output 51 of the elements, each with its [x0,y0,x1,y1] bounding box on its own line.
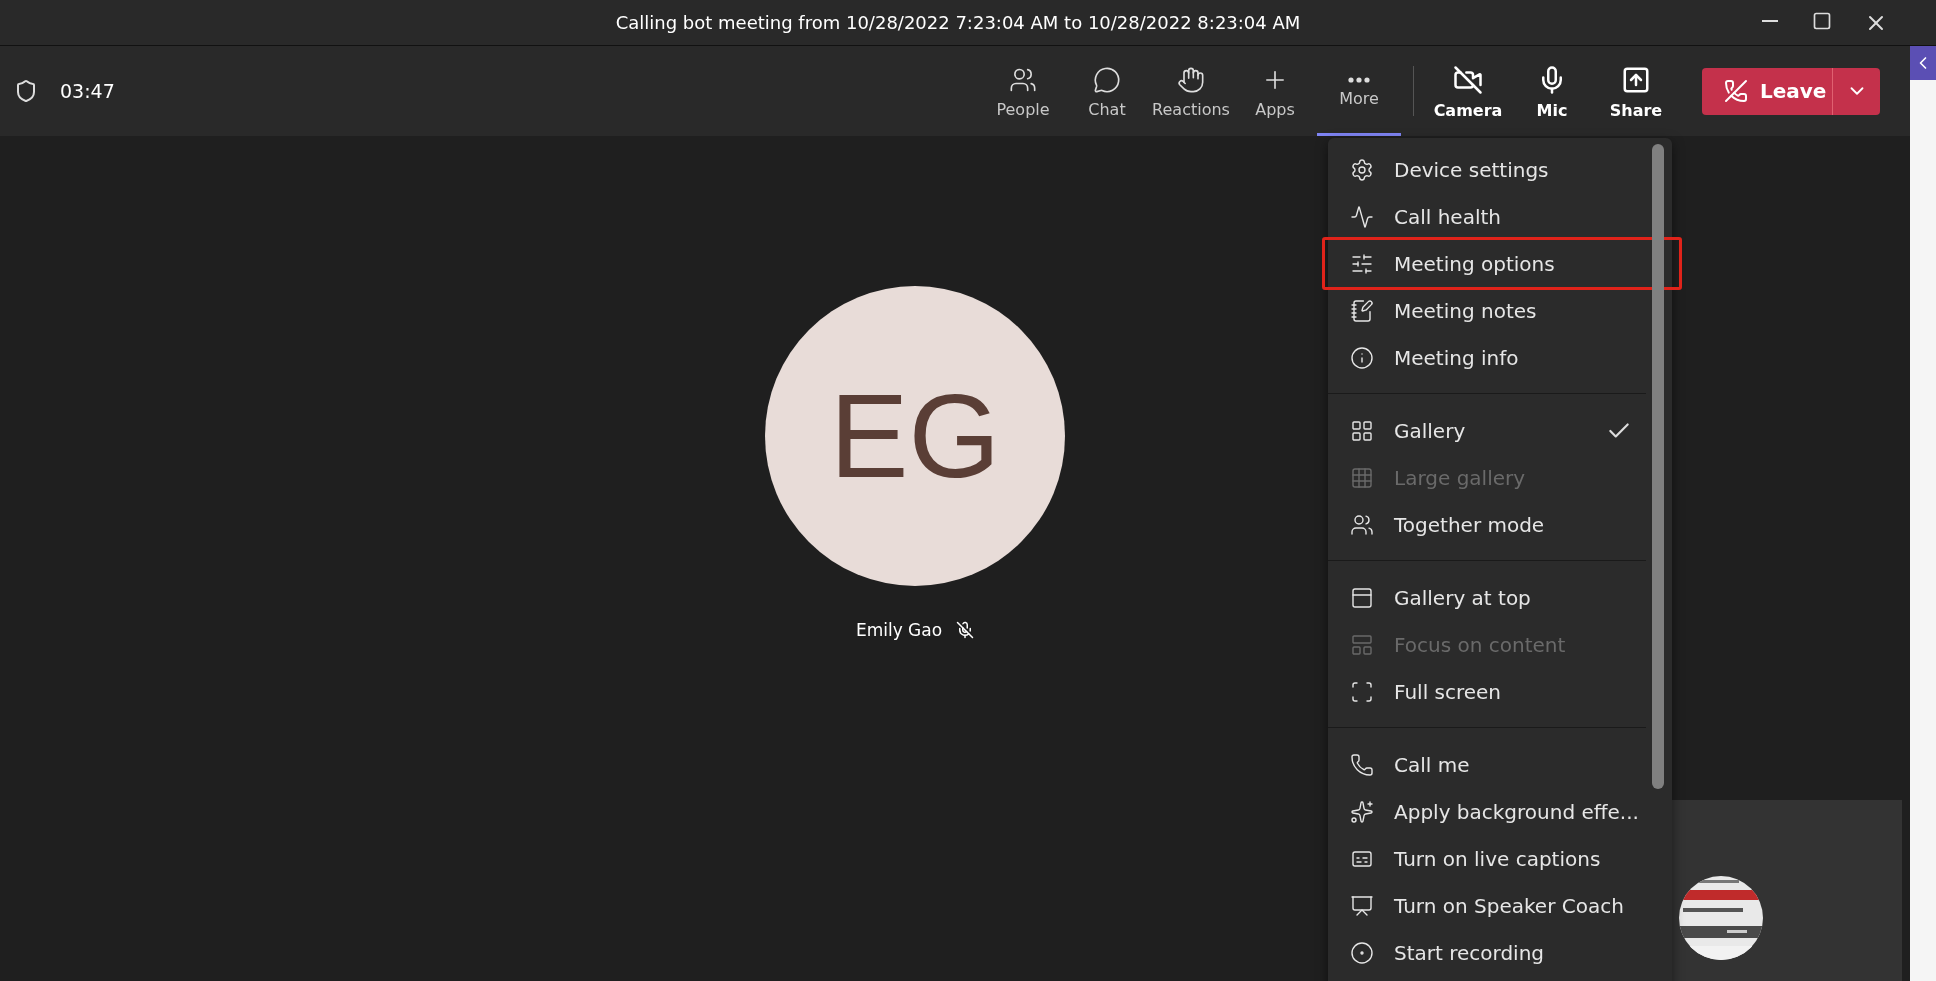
menu-item-icon [1350,940,1374,965]
scrollbar[interactable] [1652,144,1664,789]
toolbar-button[interactable]: Reactions [1149,46,1233,136]
menu-item[interactable]: Gallery [1328,407,1672,454]
participant-avatar: EG [765,286,1065,586]
window-title: Calling bot meeting from 10/28/2022 7:23:04 AM to 10/28/2022 8:23:04 AM [614,12,1302,33]
menu-item-icon [1350,345,1374,370]
toolbar-button[interactable]: Apps [1233,46,1317,136]
menu-item-icon [1350,465,1374,490]
menu-item[interactable]: Call me [1328,741,1672,788]
menu-item-icon [1350,418,1374,443]
menu-item[interactable]: Turn on Speaker Coach [1328,882,1672,929]
menu-item[interactable]: Meeting notes [1328,287,1672,334]
menu-item-icon [1350,512,1374,537]
menu-item[interactable]: Apply background effe... [1328,788,1672,835]
menu-item[interactable]: Full screen [1328,668,1672,715]
participant-name: Emily Gao [855,620,943,640]
menu-item[interactable]: Meeting info [1328,334,1672,381]
leave-button[interactable]: Leave [1702,67,1832,115]
menu-item-icon [1350,893,1374,918]
menu-item[interactable]: Gallery at top [1328,574,1672,621]
leave-options-button[interactable] [1832,67,1880,115]
menu-item-icon [1350,204,1374,229]
shield-icon [14,79,38,103]
menu-item-icon [1350,679,1374,704]
more-icon [1348,76,1370,83]
menu-item[interactable]: Start recording [1328,929,1672,976]
toolbar-button[interactable]: Mic [1510,46,1594,136]
menu-item-icon [1350,298,1374,323]
menu-item[interactable]: Device settings [1328,146,1672,193]
menu-item-icon [1350,632,1374,657]
call-timer: 03:47 [60,80,115,102]
raised-hand-icon [1177,65,1205,94]
menu-item-icon [1350,585,1374,610]
toolbar-button[interactable]: Chat [1065,46,1149,136]
hang-up-icon [1724,79,1748,103]
menu-item[interactable]: Together mode [1328,501,1672,548]
menu-item-icon [1350,251,1374,276]
menu-item-icon [1350,799,1374,824]
side-panel-tab[interactable] [1910,46,1936,80]
menu-item[interactable]: Call health [1328,193,1672,240]
chat-bubble-icon [1093,65,1121,94]
toolbar-button[interactable]: People [981,46,1065,136]
menu-item-icon [1350,157,1374,182]
toolbar-button[interactable]: Camera [1426,46,1510,136]
camera-off-icon [1453,64,1483,95]
minimize-icon [1762,19,1778,22]
menu-item[interactable]: Meeting options [1328,240,1679,287]
menu-item-icon [1350,752,1374,777]
toolbar-button[interactable]: Share [1594,46,1678,136]
menu-item[interactable]: Turn on live captions [1328,835,1672,882]
